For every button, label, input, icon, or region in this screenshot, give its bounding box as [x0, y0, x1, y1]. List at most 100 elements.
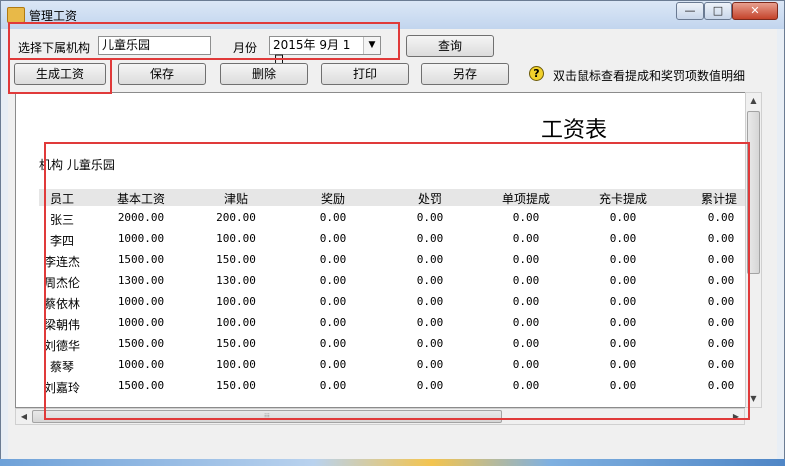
- value-cell: 0.00: [416, 253, 444, 266]
- value-cell: 200.00: [216, 211, 256, 224]
- scroll-right-icon[interactable]: ▶: [728, 409, 744, 424]
- column-header: 处罚: [417, 192, 442, 206]
- chevron-down-icon[interactable]: ▼: [363, 37, 380, 54]
- value-cell: 0.00: [319, 379, 347, 392]
- org-select-label: 选择下属机构: [18, 41, 91, 55]
- window-title: 管理工资: [29, 9, 78, 23]
- value-cell: 1500.00: [117, 337, 165, 350]
- value-cell: 0.00: [609, 295, 637, 308]
- employee-name-cell: 梁朝伟: [43, 318, 80, 332]
- app-folder-icon: [7, 7, 25, 23]
- value-cell: 0.00: [319, 337, 347, 350]
- value-cell: 0.00: [512, 253, 540, 266]
- value-cell: 0.00: [512, 274, 540, 287]
- value-cell: 1500.00: [117, 253, 165, 266]
- value-cell: 0.00: [416, 295, 444, 308]
- help-icon: ?: [529, 66, 544, 81]
- generate-salary-button[interactable]: 生成工资: [14, 63, 106, 85]
- value-cell: 0.00: [707, 253, 735, 266]
- maximize-button[interactable]: □: [704, 2, 732, 20]
- horizontal-scrollbar[interactable]: ◀ ⦙⦙⦙ ▶: [15, 408, 745, 425]
- value-cell: 0.00: [512, 211, 540, 224]
- value-cell: 0.00: [707, 358, 735, 371]
- title-bar[interactable]: 管理工资 — □ ✕: [1, 1, 784, 29]
- value-cell: 0.00: [707, 211, 735, 224]
- value-cell: 0.00: [416, 232, 444, 245]
- value-cell: 150.00: [216, 337, 256, 350]
- value-cell: 0.00: [319, 295, 347, 308]
- value-cell: 100.00: [216, 232, 256, 245]
- value-cell: 0.00: [512, 232, 540, 245]
- month-date-picker[interactable]: 2015年 9月 1日 ▼: [269, 36, 381, 67]
- value-cell: 0.00: [707, 337, 735, 350]
- value-cell: 0.00: [609, 232, 637, 245]
- value-cell: 100.00: [216, 295, 256, 308]
- value-cell: 0.00: [416, 379, 444, 392]
- horizontal-scroll-thumb[interactable]: ⦙⦙⦙: [32, 410, 502, 423]
- value-cell: 0.00: [416, 274, 444, 287]
- value-cell: 0.00: [319, 358, 347, 371]
- scroll-down-icon[interactable]: ▼: [746, 391, 761, 407]
- vertical-scroll-thumb[interactable]: [747, 111, 760, 274]
- delete-button[interactable]: 删除: [220, 63, 308, 85]
- value-cell: 0.00: [319, 211, 347, 224]
- value-cell: 0.00: [609, 358, 637, 371]
- value-cell: 0.00: [609, 274, 637, 287]
- value-cell: 1000.00: [117, 232, 165, 245]
- value-cell: 100.00: [216, 316, 256, 329]
- employee-name-cell: 蔡依林: [43, 297, 80, 311]
- minimize-button[interactable]: —: [676, 2, 704, 20]
- scroll-up-icon[interactable]: ▲: [746, 93, 761, 109]
- value-cell: 0.00: [416, 358, 444, 371]
- value-cell: 0.00: [319, 274, 347, 287]
- value-cell: 0.00: [512, 337, 540, 350]
- salary-report[interactable]: 工资表 机构 儿童乐园 员工 基本工资 津贴 奖励 处罚 单项提成 充卡提成 累计提 张三 200…: [15, 92, 761, 408]
- value-cell: 150.00: [216, 379, 256, 392]
- employee-name-cell: 周杰伦: [43, 276, 80, 290]
- employee-name-cell: 李连杰: [43, 255, 80, 269]
- value-cell: 0.00: [707, 232, 735, 245]
- value-cell: 0.00: [416, 316, 444, 329]
- value-cell: 130.00: [216, 274, 256, 287]
- value-cell: 0.00: [512, 379, 540, 392]
- value-cell: 0.00: [707, 274, 735, 287]
- value-cell: 0.00: [609, 379, 637, 392]
- value-cell: 150.00: [216, 253, 256, 266]
- vertical-scrollbar[interactable]: ▲ ▼: [745, 92, 762, 408]
- employee-name-cell: 李四: [49, 234, 74, 248]
- value-cell: 2000.00: [117, 211, 165, 224]
- value-cell: 0.00: [319, 253, 347, 266]
- salary-window: 管理工资 — □ ✕ 选择下属机构 儿童乐园 月份 2015年 9月 1日 ▼ …: [0, 0, 785, 466]
- value-cell: 0.00: [707, 379, 735, 392]
- value-cell: 100.00: [216, 358, 256, 371]
- report-org-line: 机构 儿童乐园: [39, 158, 115, 172]
- employee-name-cell: 张三: [49, 213, 74, 227]
- save-as-button[interactable]: 另存: [421, 63, 509, 85]
- close-button[interactable]: ✕: [732, 2, 778, 20]
- column-header: 奖励: [320, 192, 345, 206]
- value-cell: 0.00: [512, 295, 540, 308]
- query-button[interactable]: 查询: [406, 35, 494, 57]
- value-cell: 0.00: [416, 211, 444, 224]
- value-cell: 1300.00: [117, 274, 165, 287]
- value-cell: 1000.00: [117, 358, 165, 371]
- employee-name-cell: 刘德华: [43, 339, 80, 353]
- employee-name-cell: 蔡琴: [49, 360, 74, 374]
- month-label: 月份: [233, 41, 258, 55]
- scroll-left-icon[interactable]: ◀: [16, 409, 32, 424]
- column-header: 基本工资: [116, 192, 165, 206]
- report-title: 工资表: [541, 118, 608, 143]
- hint-text: 双击鼠标查看提成和奖罚项数值明细: [553, 69, 746, 83]
- value-cell: 0.00: [416, 337, 444, 350]
- org-input[interactable]: 儿童乐园: [98, 36, 211, 55]
- print-button[interactable]: 打印: [321, 63, 409, 85]
- column-header: 员工: [49, 192, 74, 206]
- value-cell: 0.00: [609, 316, 637, 329]
- value-cell: 1500.00: [117, 379, 165, 392]
- value-cell: 0.00: [512, 358, 540, 371]
- column-header: 充卡提成: [598, 192, 647, 206]
- value-cell: 0.00: [707, 316, 735, 329]
- column-header: 津贴: [223, 192, 248, 206]
- save-button[interactable]: 保存: [118, 63, 206, 85]
- value-cell: 0.00: [512, 316, 540, 329]
